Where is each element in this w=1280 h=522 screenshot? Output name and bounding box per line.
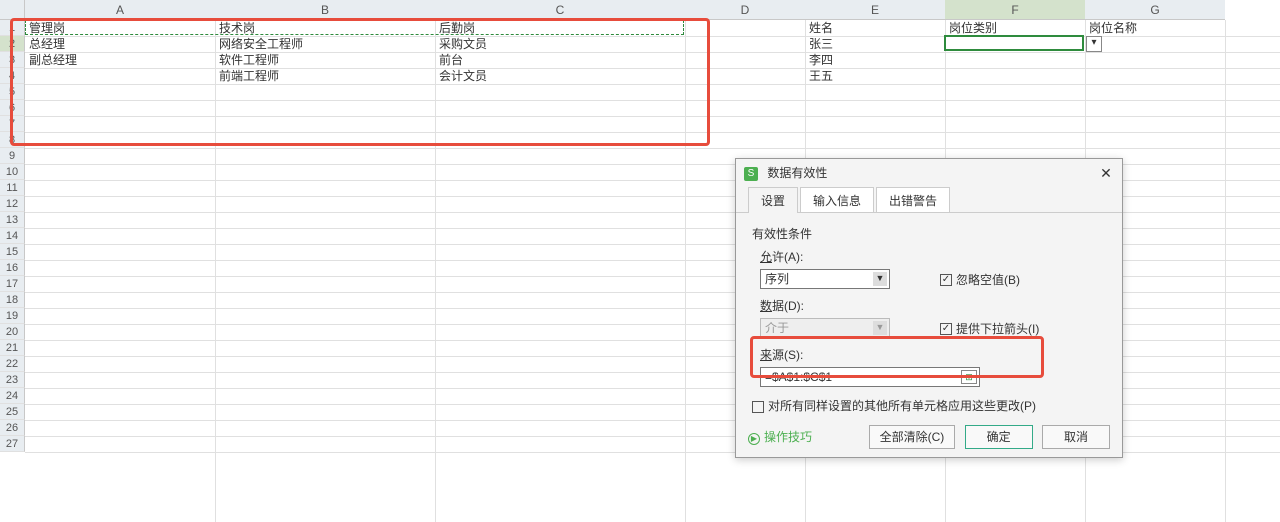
chevron-down-icon: ▼ xyxy=(873,272,887,286)
row-header-18[interactable]: 18 xyxy=(0,292,25,308)
app-icon: S xyxy=(744,167,758,181)
row-header-8[interactable]: 8 xyxy=(0,132,25,148)
source-input[interactable]: =$A$1:$C$1⊞ xyxy=(760,367,980,387)
cell-E4[interactable]: 王五 xyxy=(805,68,945,84)
row-header-5[interactable]: 5 xyxy=(0,84,25,100)
apply-all-checkbox[interactable]: 对所有同样设置的其他所有单元格应用这些更改(P) xyxy=(752,397,1106,414)
tab-1[interactable]: 输入信息 xyxy=(800,187,874,213)
allow-label: 允许(A): xyxy=(760,248,1106,265)
row-header-12[interactable]: 12 xyxy=(0,196,25,212)
allow-select[interactable]: 序列▼ xyxy=(760,269,890,289)
cell-B4[interactable]: 前端工程师 xyxy=(215,68,435,84)
tab-2[interactable]: 出错警告 xyxy=(876,187,950,213)
row-header-14[interactable]: 14 xyxy=(0,228,25,244)
row-header-7[interactable]: 7 xyxy=(0,116,25,132)
close-icon[interactable]: ✕ xyxy=(1096,163,1116,183)
tab-0[interactable]: 设置 xyxy=(748,187,798,213)
cell-A1[interactable]: 管理岗 xyxy=(25,20,215,36)
row-header-25[interactable]: 25 xyxy=(0,404,25,420)
col-header-B[interactable]: B xyxy=(215,0,435,20)
cell-C4[interactable]: 会计文员 xyxy=(435,68,685,84)
row-header-6[interactable]: 6 xyxy=(0,100,25,116)
row-header-3[interactable]: 3 xyxy=(0,52,25,68)
col-header-F[interactable]: F xyxy=(945,0,1085,20)
data-label: 数据(D): xyxy=(760,297,1106,314)
data-select: 介于▼ xyxy=(760,318,890,338)
cell-B3[interactable]: 软件工程师 xyxy=(215,52,435,68)
condition-label: 有效性条件 xyxy=(752,225,1106,242)
cell-B2[interactable]: 网络安全工程师 xyxy=(215,36,435,52)
cancel-button[interactable]: 取消 xyxy=(1042,425,1110,449)
row-header-24[interactable]: 24 xyxy=(0,388,25,404)
source-label: 来源(S): xyxy=(760,346,1106,363)
data-validation-dialog[interactable]: S 数据有效性 ✕ 设置输入信息出错警告 有效性条件 允许(A): 序列▼ 忽略… xyxy=(735,158,1123,458)
row-header-4[interactable]: 4 xyxy=(0,68,25,84)
row-header-15[interactable]: 15 xyxy=(0,244,25,260)
row-header-21[interactable]: 21 xyxy=(0,340,25,356)
row-header-19[interactable]: 19 xyxy=(0,308,25,324)
chevron-down-icon: ▼ xyxy=(873,321,887,335)
dialog-title: 数据有效性 xyxy=(767,166,827,180)
col-header-E[interactable]: E xyxy=(805,0,945,20)
row-header-16[interactable]: 16 xyxy=(0,260,25,276)
row-header-2[interactable]: 2 xyxy=(0,36,25,52)
row-header-26[interactable]: 26 xyxy=(0,420,25,436)
row-header-1[interactable]: 1 xyxy=(0,20,25,36)
active-cell-outline xyxy=(944,35,1084,51)
select-all-corner[interactable] xyxy=(0,0,25,20)
cell-A2[interactable]: 总经理 xyxy=(25,36,215,52)
cell-A3[interactable]: 副总经理 xyxy=(25,52,215,68)
cell-C1[interactable]: 后勤岗 xyxy=(435,20,685,36)
range-picker-icon[interactable]: ⊞ xyxy=(961,370,977,384)
cell-E2[interactable]: 张三 xyxy=(805,36,945,52)
cell-E3[interactable]: 李四 xyxy=(805,52,945,68)
cell-G1[interactable]: 岗位名称 xyxy=(1085,20,1225,36)
row-header-13[interactable]: 13 xyxy=(0,212,25,228)
cell-dropdown-button[interactable]: ▾ xyxy=(1086,36,1102,52)
row-header-17[interactable]: 17 xyxy=(0,276,25,292)
col-header-C[interactable]: C xyxy=(435,0,685,20)
col-header-G[interactable]: G xyxy=(1085,0,1225,20)
ok-button[interactable]: 确定 xyxy=(965,425,1033,449)
row-header-22[interactable]: 22 xyxy=(0,356,25,372)
cell-B1[interactable]: 技术岗 xyxy=(215,20,435,36)
row-header-9[interactable]: 9 xyxy=(0,148,25,164)
ignore-blank-checkbox[interactable]: 忽略空值(B) xyxy=(940,271,1020,288)
dialog-titlebar[interactable]: S 数据有效性 ✕ xyxy=(736,159,1122,187)
cell-C2[interactable]: 采购文员 xyxy=(435,36,685,52)
row-header-27[interactable]: 27 xyxy=(0,436,25,452)
row-header-10[interactable]: 10 xyxy=(0,164,25,180)
col-header-A[interactable]: A xyxy=(25,0,215,20)
col-header-D[interactable]: D xyxy=(685,0,805,20)
cell-F1[interactable]: 岗位类别 xyxy=(945,20,1085,36)
cell-E1[interactable]: 姓名 xyxy=(805,20,945,36)
clear-all-button[interactable]: 全部清除(C) xyxy=(869,425,956,449)
row-header-11[interactable]: 11 xyxy=(0,180,25,196)
row-header-20[interactable]: 20 xyxy=(0,324,25,340)
dropdown-checkbox[interactable]: 提供下拉箭头(I) xyxy=(940,320,1039,337)
dialog-tabs: 设置输入信息出错警告 xyxy=(736,187,1122,213)
row-header-23[interactable]: 23 xyxy=(0,372,25,388)
cell-C3[interactable]: 前台 xyxy=(435,52,685,68)
